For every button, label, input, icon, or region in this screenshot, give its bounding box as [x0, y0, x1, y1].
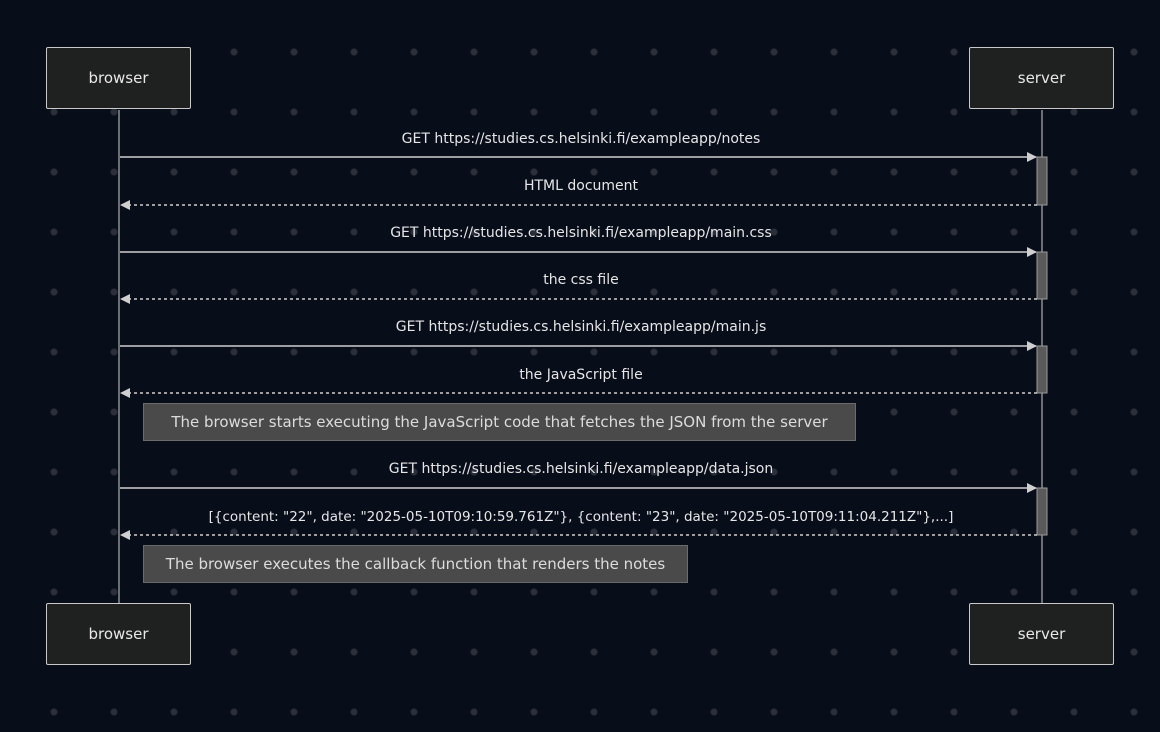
- message-label: GET https://studies.cs.helsinki.fi/examp…: [390, 225, 772, 241]
- message-label: GET https://studies.cs.helsinki.fi/examp…: [401, 131, 761, 147]
- message-label: the css file: [543, 272, 619, 288]
- message-label: [{content: "22", date: "2025-05-10T09:10…: [208, 509, 954, 525]
- message-label: HTML document: [523, 178, 639, 194]
- browser-actor-top: browser: [46, 47, 191, 109]
- actor-label: browser: [88, 625, 149, 643]
- note-text: The browser starts executing the JavaScr…: [171, 413, 828, 431]
- message-label: GET https://studies.cs.helsinki.fi/examp…: [395, 319, 767, 335]
- server-actor-bottom: server: [969, 603, 1114, 665]
- actor-label: browser: [88, 69, 149, 87]
- message-label: the JavaScript file: [519, 367, 643, 383]
- note-text: The browser executes the callback functi…: [165, 555, 666, 573]
- note-box: The browser starts executing the JavaScr…: [143, 403, 856, 441]
- server-actor-top: server: [969, 47, 1114, 109]
- actor-label: server: [1017, 625, 1066, 643]
- note-box: The browser executes the callback functi…: [143, 545, 688, 583]
- browser-actor-bottom: browser: [46, 603, 191, 665]
- actor-label: server: [1017, 69, 1066, 87]
- message-label: GET https://studies.cs.helsinki.fi/examp…: [388, 461, 774, 477]
- sequence-diagram: browser server browser server GET https:…: [0, 0, 1160, 732]
